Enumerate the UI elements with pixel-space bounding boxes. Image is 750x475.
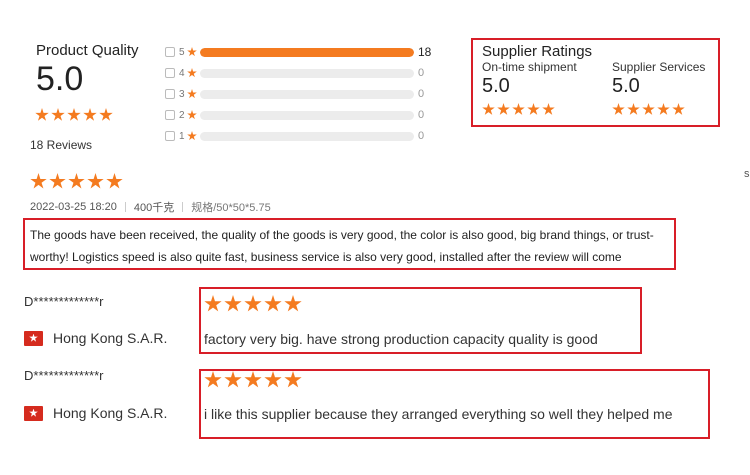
histogram-count: 0 bbox=[418, 130, 425, 142]
star-icon bbox=[497, 103, 510, 115]
star-icon bbox=[642, 103, 655, 115]
reviewer-country-name: Hong Kong S.A.R. bbox=[53, 405, 168, 421]
reviewer-country: Hong Kong S.A.R. bbox=[24, 405, 167, 421]
star-icon bbox=[187, 131, 197, 141]
ontime-shipment-stars bbox=[482, 103, 555, 116]
star-icon bbox=[35, 108, 49, 121]
divider bbox=[182, 202, 184, 212]
review-spec: 规格/50*50*5.75 bbox=[191, 202, 271, 214]
ontime-shipment-label: On-time shipment bbox=[482, 60, 577, 74]
star-icon bbox=[187, 68, 197, 78]
histogram-row-4[interactable]: 4 0 bbox=[165, 66, 432, 80]
star-icon bbox=[482, 103, 495, 115]
star-icon bbox=[187, 47, 197, 57]
star-icon bbox=[627, 103, 640, 115]
reviewer-name: D*************r bbox=[24, 368, 104, 383]
featured-review-text: The goods have been received, the qualit… bbox=[30, 228, 654, 264]
histogram-star-value: 3 bbox=[179, 88, 185, 100]
edge-text: s bbox=[744, 168, 750, 180]
histogram-star-value: 4 bbox=[179, 67, 185, 79]
star-icon bbox=[284, 371, 302, 388]
featured-review-stars bbox=[30, 173, 123, 190]
supplier-services-stars bbox=[612, 103, 685, 116]
supplier-services-score: 5.0 bbox=[612, 75, 640, 97]
hong-kong-flag-icon bbox=[24, 405, 43, 421]
reviewer-name: D*************r bbox=[24, 294, 104, 309]
histogram-count: 0 bbox=[418, 109, 425, 121]
star-icon bbox=[204, 371, 222, 388]
star-icon bbox=[99, 108, 113, 121]
star-icon bbox=[657, 103, 670, 115]
star-icon bbox=[244, 371, 262, 388]
star-icon bbox=[51, 108, 65, 121]
supplier-services-label: Supplier Services bbox=[612, 60, 706, 74]
histogram-bar bbox=[200, 68, 414, 78]
histogram-bar bbox=[200, 131, 414, 141]
hong-kong-flag-icon bbox=[24, 330, 43, 346]
star-icon bbox=[49, 173, 66, 189]
filter-checkbox[interactable] bbox=[165, 47, 175, 57]
histogram-row-5[interactable]: 5 18 bbox=[165, 45, 432, 59]
histogram-bar bbox=[200, 110, 414, 120]
star-icon bbox=[284, 295, 302, 312]
review-1-text: factory very big. have strong production… bbox=[204, 331, 598, 347]
filter-checkbox[interactable] bbox=[165, 110, 175, 120]
star-icon bbox=[106, 173, 123, 189]
histogram-row-2[interactable]: 2 0 bbox=[165, 108, 432, 122]
histogram-row-1[interactable]: 1 0 bbox=[165, 129, 432, 143]
histogram-count: 0 bbox=[418, 88, 425, 100]
star-icon bbox=[672, 103, 685, 115]
filter-checkbox[interactable] bbox=[165, 68, 175, 78]
star-icon bbox=[527, 103, 540, 115]
review-weight: 400千克 bbox=[133, 202, 175, 214]
divider bbox=[124, 202, 126, 212]
reviews-count[interactable]: 18 Reviews bbox=[30, 138, 92, 152]
star-icon bbox=[87, 173, 104, 189]
supplier-ratings-title: Supplier Ratings bbox=[482, 43, 593, 60]
review-date: 2022-03-25 18:20 bbox=[30, 201, 117, 213]
review-2-stars bbox=[204, 371, 302, 389]
histogram-row-3[interactable]: 3 0 bbox=[165, 87, 432, 101]
star-icon bbox=[204, 295, 222, 312]
histogram-bar bbox=[200, 47, 414, 57]
star-icon bbox=[264, 295, 282, 312]
product-quality-label: Product Quality bbox=[36, 42, 139, 59]
histogram-star-value: 1 bbox=[179, 130, 185, 142]
product-quality-stars bbox=[35, 108, 113, 122]
histogram-bar-fill bbox=[200, 47, 414, 57]
histogram-star-value: 5 bbox=[179, 46, 185, 58]
filter-checkbox[interactable] bbox=[165, 89, 175, 99]
filter-checkbox[interactable] bbox=[165, 131, 175, 141]
star-icon bbox=[512, 103, 525, 115]
star-icon bbox=[542, 103, 555, 115]
star-icon bbox=[83, 108, 97, 121]
star-icon bbox=[187, 89, 197, 99]
histogram-count: 0 bbox=[418, 67, 425, 79]
ontime-shipment-score: 5.0 bbox=[482, 75, 510, 97]
reviewer-country: Hong Kong S.A.R. bbox=[24, 330, 167, 346]
star-icon bbox=[244, 295, 262, 312]
histogram-bar bbox=[200, 89, 414, 99]
star-icon bbox=[68, 173, 85, 189]
histogram-count: 18 bbox=[418, 45, 432, 59]
review-2-text: i like this supplier because they arrang… bbox=[204, 406, 673, 422]
reviewer-country-name: Hong Kong S.A.R. bbox=[53, 330, 168, 346]
star-icon bbox=[67, 108, 81, 121]
histogram-star-value: 2 bbox=[179, 109, 185, 121]
product-quality-score: 5.0 bbox=[36, 60, 84, 98]
star-icon bbox=[224, 295, 242, 312]
star-icon bbox=[612, 103, 625, 115]
star-icon bbox=[264, 371, 282, 388]
star-icon bbox=[187, 110, 197, 120]
star-icon bbox=[30, 173, 47, 189]
star-icon bbox=[224, 371, 242, 388]
review-1-stars bbox=[204, 295, 302, 313]
featured-review-meta: 2022-03-25 18:20 400千克 规格/50*50*5.75 bbox=[30, 199, 271, 215]
